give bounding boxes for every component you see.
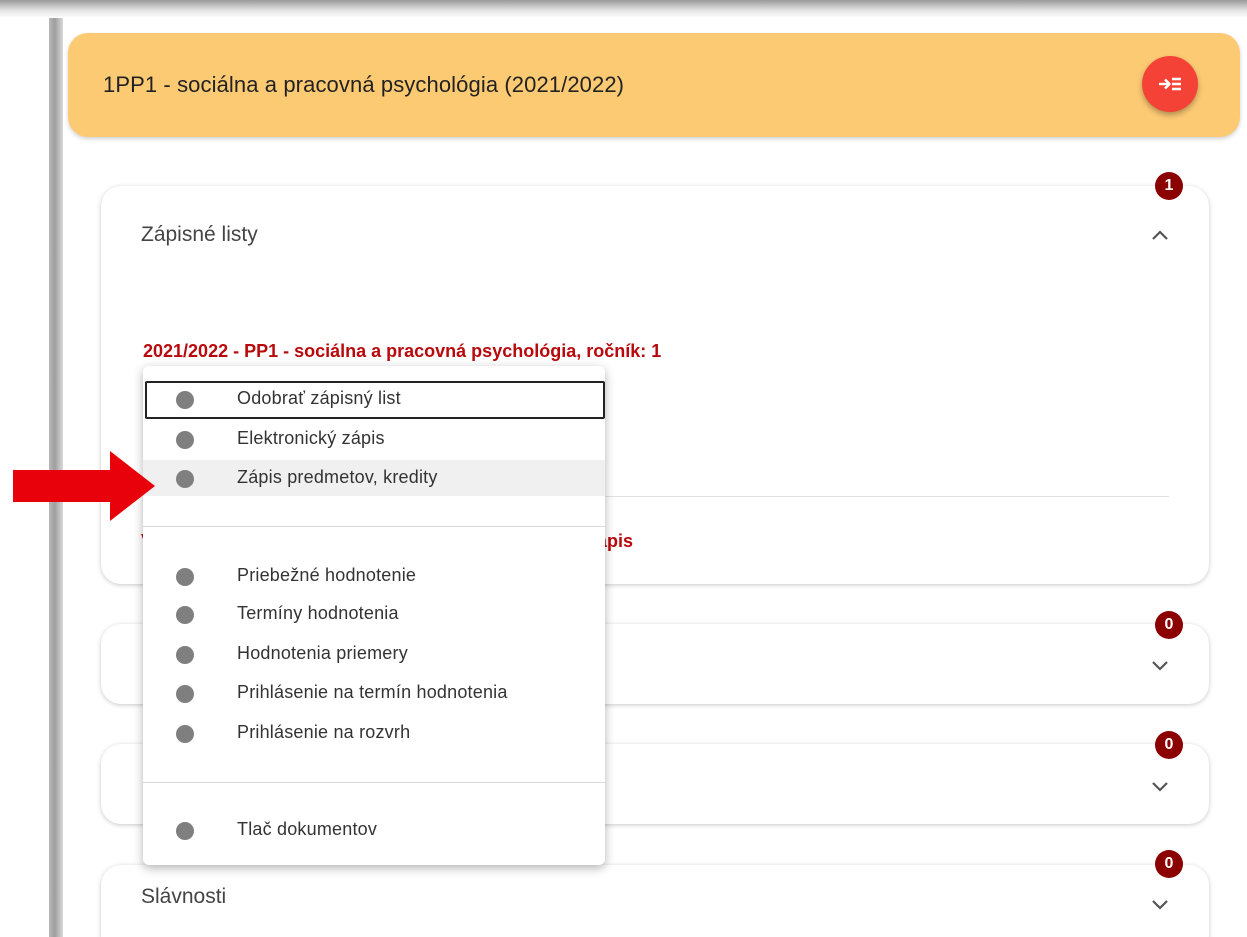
menu-item-label: Priebežné hodnotenie — [237, 565, 417, 585]
bullet-icon — [176, 822, 194, 840]
chevron-up-icon[interactable] — [1151, 229, 1169, 241]
chevron-down-icon[interactable] — [1151, 898, 1169, 910]
menu-item-assessment-dates[interactable]: Termíny hodnotenia — [143, 596, 605, 632]
bullet-icon — [176, 725, 194, 743]
badge-section-2: 0 — [1155, 611, 1183, 639]
badge-ceremonies: 0 — [1155, 850, 1183, 878]
bullet-icon — [176, 606, 194, 624]
menu-item-grade-averages[interactable]: Hodnotenia priemery — [143, 636, 605, 672]
annotation-arrow-icon — [13, 451, 155, 521]
bullet-icon — [176, 685, 194, 703]
menu-item-label: Hodnotenia priemery — [237, 643, 408, 663]
menu-separator — [143, 526, 605, 527]
menu-item-label: Zápis predmetov, kredity — [237, 467, 438, 487]
menu-item-label: Termíny hodnotenia — [237, 603, 399, 623]
study-program-title: 1PP1 - sociálna a pracovná psychológia (… — [103, 72, 625, 97]
menu-item-remove-enrollment-sheet[interactable]: Odobrať zápisný list — [145, 381, 605, 419]
bullet-icon — [176, 391, 194, 409]
bullet-icon — [176, 568, 194, 586]
menu-item-continuous-assessment[interactable]: Priebežné hodnotenie — [143, 558, 605, 594]
menu-item-label: Odobrať zápisný list — [237, 388, 401, 408]
chevron-down-icon[interactable] — [1151, 659, 1169, 671]
collapse-menu-icon — [1159, 77, 1181, 91]
menu-item-label: Elektronický zápis — [237, 428, 385, 448]
menu-item-label: Prihlásenie na rozvrh — [237, 722, 411, 742]
menu-item-schedule-registration[interactable]: Prihlásenie na rozvrh — [143, 715, 605, 751]
window-top-shadow — [0, 0, 1247, 18]
menu-separator — [143, 782, 605, 783]
menu-item-course-enrollment-credits[interactable]: Zápis predmetov, kredity — [143, 460, 605, 496]
card-ceremonies[interactable]: Slávnosti — [101, 865, 1209, 937]
study-program-header: 1PP1 - sociálna a pracovná psychológia (… — [68, 33, 1240, 137]
menu-item-exam-registration[interactable]: Prihlásenie na termín hodnotenia — [143, 675, 605, 711]
collapse-menu-button[interactable] — [1142, 56, 1198, 112]
badge-section-3: 0 — [1155, 731, 1183, 759]
divider — [604, 496, 1169, 497]
bullet-icon — [176, 431, 194, 449]
bullet-icon — [176, 470, 194, 488]
menu-item-label: Tlač dokumentov — [237, 819, 378, 839]
menu-item-electronic-enrollment[interactable]: Elektronický zápis — [143, 421, 605, 457]
menu-item-print-documents[interactable]: Tlač dokumentov — [143, 812, 605, 848]
menu-item-label: Prihlásenie na termín hodnotenia — [237, 682, 508, 702]
chevron-down-icon[interactable] — [1151, 780, 1169, 792]
badge-enrollment-sheets: 1 — [1155, 172, 1183, 200]
bullet-icon — [176, 646, 194, 664]
card-title-ceremonies[interactable]: Slávnosti — [141, 885, 226, 909]
enrollment-sheet-link[interactable]: 2021/2022 - PP1 - sociálna a pracovná ps… — [143, 341, 661, 362]
card-title-enrollment-sheets[interactable]: Zápisné listy — [141, 223, 258, 247]
enrollment-context-menu: Odobrať zápisný list Elektronický zápis … — [143, 366, 605, 865]
